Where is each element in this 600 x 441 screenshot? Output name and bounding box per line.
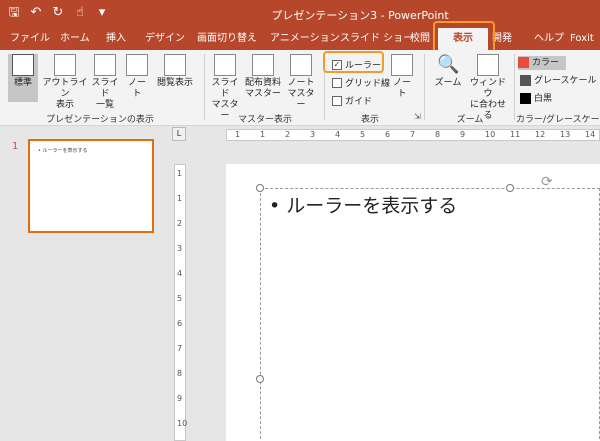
notes-master-button[interactable]: ノート マスター — [284, 54, 318, 110]
tab-file[interactable]: ファイル — [10, 28, 50, 50]
slides-pane: 1 • ルーラーを表示する — [0, 127, 172, 441]
title-bar: 🖫 ↶ ↻ ☝ ▾ プレゼンテーション3 - PowerPoint — [0, 0, 600, 28]
color-swatch-icon — [518, 57, 529, 68]
magnifier-icon: 🔍 — [437, 54, 460, 75]
tab-developer[interactable]: 開発 — [492, 28, 512, 50]
tab-review[interactable]: 校閲 — [410, 28, 430, 50]
ruler-tick-label: 9 — [177, 394, 183, 403]
guides-checkbox[interactable]: ガイド — [332, 94, 372, 107]
ribbon: 標準 アウトライン 表示 スライド 一覧 ノー ト 閲覧表示 プレゼンテーション… — [0, 50, 600, 126]
horizontal-ruler[interactable]: 1 1 2 3 4 5 6 7 8 9 10 11 12 13 14 — [226, 129, 600, 141]
ruler-highlight — [323, 51, 384, 73]
tab-home[interactable]: ホーム — [60, 28, 90, 50]
ruler-tick-label: 10 — [485, 130, 496, 139]
ruler-tick-label: 3 — [310, 130, 316, 139]
rotate-handle-icon[interactable]: ⟳ — [541, 175, 555, 189]
grayscale-swatch-icon — [520, 75, 531, 86]
vertical-ruler[interactable]: 1 1 2 3 4 5 6 7 8 9 10 — [174, 164, 188, 441]
ruler-tick-label: 14 — [585, 130, 596, 139]
dialog-launcher-icon[interactable]: ⇲ — [414, 112, 421, 121]
ruler-tick-label: 11 — [510, 130, 521, 139]
tab-foxit[interactable]: Foxit — [570, 28, 594, 50]
notes-icon — [391, 54, 413, 76]
ruler-tick-label: 12 — [535, 130, 546, 139]
ruler-tick-label: 1 — [235, 130, 241, 139]
group-label-color-grayscale: カラー/グレースケール — [516, 115, 600, 125]
group-label-presentation-views: プレゼンテーションの表示 — [46, 115, 154, 125]
tab-selector[interactable]: L — [172, 127, 186, 141]
ruler-tick-label: 8 — [435, 130, 441, 139]
reading-view-button[interactable]: 閲覧表示 — [152, 54, 198, 102]
reading-view-icon — [164, 54, 186, 76]
tab-design[interactable]: デザイン — [145, 28, 185, 50]
ruler-tick-label: 6 — [177, 319, 183, 328]
ruler-tick-label: 4 — [177, 269, 183, 278]
outline-view-button[interactable]: アウトライン 表示 — [42, 54, 88, 110]
fit-to-window-button[interactable]: ウィンドウ に合わせる — [466, 54, 510, 121]
ruler-tick-label: 7 — [177, 344, 183, 353]
ruler-tick-label: 1 — [260, 130, 266, 139]
fit-window-icon — [477, 54, 499, 76]
ruler-tick-label: 2 — [177, 219, 183, 228]
handout-master-button[interactable]: 配布資料 マスター — [244, 54, 282, 106]
normal-view-button[interactable]: 標準 — [8, 54, 38, 102]
outline-view-icon — [54, 54, 76, 76]
ruler-tick-label: 3 — [177, 244, 183, 253]
ruler-tick-label: 2 — [285, 130, 291, 139]
normal-view-icon — [12, 54, 34, 76]
handout-master-icon — [252, 54, 274, 76]
bw-swatch-icon — [520, 93, 531, 104]
ruler-tick-label: 13 — [560, 130, 571, 139]
ruler-tick-label: 1 — [177, 194, 183, 203]
group-label-zoom: ズーム — [456, 115, 484, 125]
notes-page-icon — [126, 54, 148, 76]
zoom-button[interactable]: 🔍 ズーム — [430, 54, 466, 102]
slide-sorter-button[interactable]: スライド 一覧 — [88, 54, 122, 110]
ruler-tick-label: 4 — [335, 130, 341, 139]
gridlines-checkbox[interactable]: グリッド線 — [332, 76, 390, 89]
slide-master-icon — [214, 54, 236, 76]
tab-help[interactable]: ヘルプ — [534, 28, 564, 50]
group-separator — [514, 54, 515, 120]
tab-animations[interactable]: アニメーション — [270, 28, 340, 50]
text-placeholder[interactable]: ⟳ • ルーラーを表示する — [256, 175, 600, 441]
ribbon-tabs: ファイル ホーム 挿入 デザイン 画面切り替え アニメーション スライド ショー… — [0, 28, 600, 52]
notes-button[interactable]: ノー ト — [388, 54, 416, 106]
notes-master-icon — [290, 54, 312, 76]
window-title: プレゼンテーション3 - PowerPoint — [271, 9, 449, 22]
grayscale-button[interactable]: グレースケール — [520, 74, 598, 88]
resize-handle[interactable] — [256, 375, 264, 383]
slide-bullet-text[interactable]: • ルーラーを表示する — [269, 191, 457, 218]
ruler-tick-label: 6 — [385, 130, 391, 139]
ruler-tick-label: 5 — [177, 294, 183, 303]
group-label-master-views: マスター表示 — [237, 115, 292, 125]
resize-handle[interactable] — [506, 184, 514, 192]
notes-page-button[interactable]: ノー ト — [124, 54, 150, 106]
tab-slideshow[interactable]: スライド ショー — [340, 28, 413, 50]
color-button[interactable]: カラー — [518, 56, 566, 70]
gridlines-check-box[interactable] — [332, 77, 342, 88]
thumbnail-text: • ルーラーを表示する — [38, 148, 88, 154]
tab-insert[interactable]: 挿入 — [106, 28, 126, 50]
group-label-show: 表示 — [360, 115, 379, 125]
slide-number: 1 — [12, 141, 19, 152]
black-white-button[interactable]: 白黒 — [520, 92, 568, 106]
ruler-tick-label: 5 — [360, 130, 366, 139]
ruler-tick-label: 7 — [410, 130, 416, 139]
resize-handle[interactable] — [256, 184, 264, 192]
group-separator — [204, 54, 205, 120]
slide-sorter-icon — [94, 54, 116, 76]
tab-transitions[interactable]: 画面切り替え — [197, 28, 257, 50]
ruler-tick-label: 9 — [460, 130, 466, 139]
ruler-tick-label: 1 — [177, 169, 183, 178]
group-separator — [424, 54, 425, 120]
ruler-tick-label: 10 — [177, 419, 188, 428]
slide-master-button[interactable]: スライド マスター — [208, 54, 242, 121]
slide-thumbnail[interactable]: • ルーラーを表示する — [28, 139, 154, 233]
ruler-tick-label: 8 — [177, 369, 183, 378]
slide-canvas[interactable]: ⟳ • ルーラーを表示する — [226, 164, 600, 441]
guides-check-box[interactable] — [332, 95, 342, 106]
